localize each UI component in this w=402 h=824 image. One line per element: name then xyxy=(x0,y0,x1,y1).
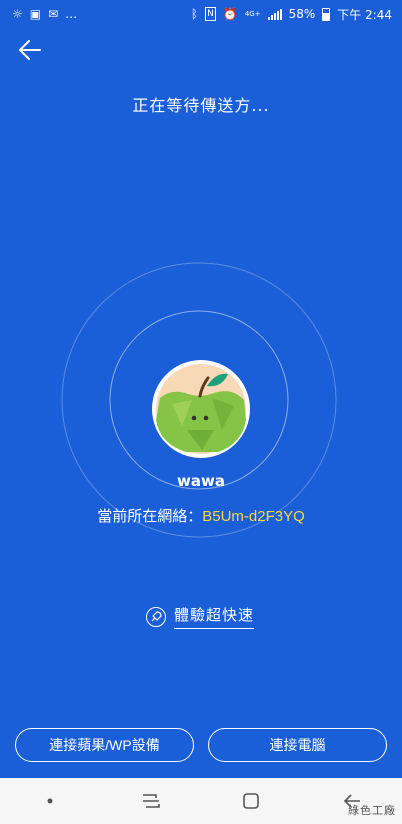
connect-pc-button[interactable]: 連接電腦 xyxy=(208,728,387,762)
network-label: 當前所在網絡： xyxy=(97,508,203,525)
clock: 下午 2:44 xyxy=(337,7,392,22)
arrow-left-icon xyxy=(19,40,41,60)
alarm-icon: ⏰ xyxy=(222,7,238,21)
recent-apps-button[interactable] xyxy=(131,786,171,816)
network-ssid: B5Um-d2F3YQ xyxy=(202,508,305,525)
brightness-icon: ☼ xyxy=(12,7,23,21)
signal-icon xyxy=(267,8,282,20)
bluetooth-icon: ᛒ xyxy=(190,7,199,21)
rocket-icon xyxy=(146,606,166,627)
battery-percent: 58% xyxy=(288,7,316,21)
status-bar: ☼ ▣ ✉ … ᛒ N ⏰ 4G+ 58% 下午 2:44 xyxy=(0,0,402,28)
dot-icon xyxy=(47,798,53,804)
system-nav-bar xyxy=(0,778,402,824)
battery-icon xyxy=(322,7,331,21)
network-info: 當前所在網絡：B5Um-d2F3YQ xyxy=(0,505,402,526)
nfc-icon: N xyxy=(205,7,216,21)
back-button[interactable] xyxy=(14,36,46,64)
nav-dot-button[interactable] xyxy=(30,786,70,816)
status-right: ᛒ N ⏰ 4G+ 58% 下午 2:44 xyxy=(191,6,392,23)
recent-apps-icon xyxy=(142,794,160,808)
speed-experience-link[interactable]: 體驗超快速 xyxy=(146,604,255,629)
image-icon: ▣ xyxy=(29,7,42,21)
home-icon xyxy=(243,793,260,809)
apple-avatar-icon xyxy=(156,364,246,454)
mail-icon: ✉ xyxy=(48,7,59,21)
avatar xyxy=(152,360,250,458)
network-badge: 4G+ xyxy=(244,9,261,18)
watermark: 綠色工廠 xyxy=(348,804,396,817)
username: wawa xyxy=(177,472,225,490)
page-title: 正在等待傳送方... xyxy=(132,96,270,115)
connect-apple-wp-button[interactable]: 連接蘋果/WP設備 xyxy=(15,728,194,762)
home-button[interactable] xyxy=(231,786,271,816)
status-left: ☼ ▣ ✉ … xyxy=(12,8,77,20)
more-icon: … xyxy=(65,7,78,21)
speed-experience-label: 體驗超快速 xyxy=(174,604,255,629)
